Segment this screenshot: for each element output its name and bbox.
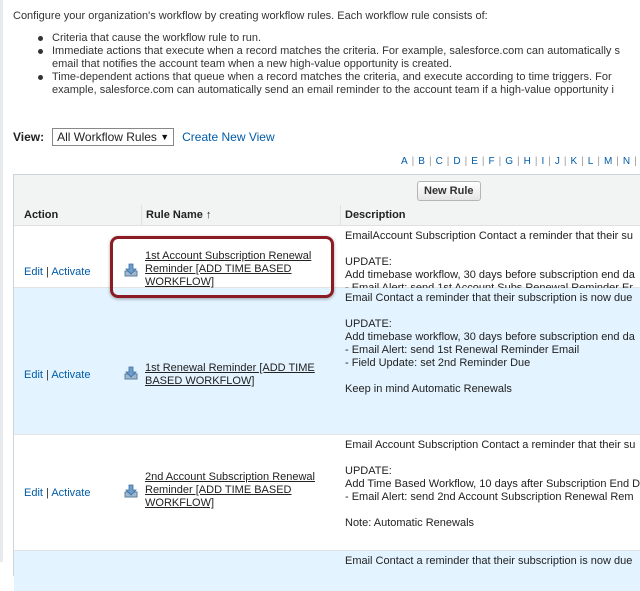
bullet-item: Criteria that cause the workflow rule to…: [38, 32, 620, 45]
row-actions: Edit | Activate: [24, 487, 91, 499]
column-divider: [340, 205, 341, 225]
activate-link[interactable]: Activate: [51, 369, 90, 381]
alpha-letter-b[interactable]: B: [414, 156, 429, 167]
table-row: Email Contact a reminder that their subs…: [14, 551, 640, 591]
table-toolbar: New Rule: [14, 175, 640, 206]
highlight-annotation: [110, 236, 334, 298]
activate-link[interactable]: Activate: [51, 266, 90, 278]
alpha-letter-h[interactable]: H: [520, 156, 535, 167]
bullet-dot-icon: [38, 75, 43, 80]
alpha-letter-g[interactable]: G: [501, 156, 517, 167]
bullet-item: Time-dependent actions that queue when a…: [38, 71, 620, 97]
alphabet-filter: A | B | C | D | E | F | G | H | I | J | K | L | M | N…: [397, 156, 640, 167]
create-new-view-link[interactable]: Create New View: [182, 130, 274, 144]
rule-description: Email Contact a reminder that their subs…: [345, 292, 635, 395]
alpha-letter-f[interactable]: F: [485, 156, 499, 167]
rule-name-link[interactable]: 2nd Account Subscription Renewal Reminde…: [145, 471, 315, 510]
view-selected-value: All Workflow Rules: [57, 130, 157, 144]
left-rail: [0, 0, 3, 562]
header-rule-name[interactable]: Rule Name ↑: [146, 209, 211, 221]
edit-link[interactable]: Edit: [24, 266, 43, 278]
alpha-letter-m[interactable]: M: [600, 156, 616, 167]
header-description: Description: [345, 209, 406, 221]
view-label: View:: [13, 130, 45, 144]
column-divider: [141, 205, 142, 225]
download-icon: [124, 484, 138, 498]
intro-bullets: Criteria that cause the workflow rule to…: [38, 32, 620, 97]
view-filter: View: All Workflow Rules ▼ Create New Vi…: [13, 128, 275, 146]
alpha-letter-a[interactable]: A: [397, 156, 412, 167]
view-select[interactable]: All Workflow Rules ▼: [52, 128, 175, 146]
rule-description: Email Account Subscription Contact a rem…: [345, 439, 640, 529]
activate-link[interactable]: Activate: [51, 487, 90, 499]
row-actions: Edit | Activate: [24, 369, 91, 381]
workflow-rules-table: New Rule Action Rule Name ↑ Description …: [13, 174, 640, 591]
rule-name-link[interactable]: 1st Renewal Reminder [ADD TIME BASED WOR…: [145, 362, 315, 388]
header-action: Action: [24, 209, 59, 221]
intro-text: Configure your organization's workflow b…: [13, 10, 488, 22]
edit-link[interactable]: Edit: [24, 487, 43, 499]
table-row: Edit | Activate 2nd Account Subscription…: [14, 435, 640, 551]
chevron-down-icon: ▼: [160, 132, 170, 142]
table-row: Edit | Activate 1st Renewal Reminder [AD…: [14, 288, 640, 435]
new-rule-button[interactable]: New Rule: [417, 181, 481, 201]
alpha-letter-k[interactable]: K: [566, 156, 581, 167]
alpha-letter-e[interactable]: E: [467, 156, 482, 167]
bullet-dot-icon: [38, 36, 43, 41]
edit-link[interactable]: Edit: [24, 369, 43, 381]
bullet-dot-icon: [38, 49, 43, 54]
sort-ascending-icon: ↑: [205, 209, 212, 221]
row-actions: Edit | Activate: [24, 266, 91, 278]
alpha-letter-i[interactable]: I: [537, 156, 548, 167]
alpha-letter-j[interactable]: J: [551, 156, 564, 167]
bullet-item: Immediate actions that execute when a re…: [38, 45, 620, 71]
alpha-letter-l[interactable]: L: [584, 156, 598, 167]
alpha-letter-d[interactable]: D: [449, 156, 464, 167]
alpha-letter-c[interactable]: C: [432, 156, 447, 167]
alpha-letter-n[interactable]: N: [619, 156, 634, 167]
table-header: Action Rule Name ↑ Description: [14, 205, 640, 226]
download-icon: [124, 366, 138, 380]
